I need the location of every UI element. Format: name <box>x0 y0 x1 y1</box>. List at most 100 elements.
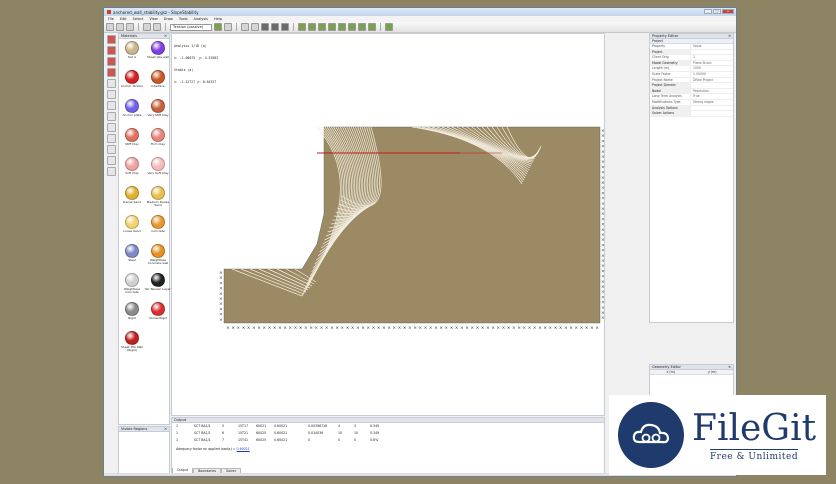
open-file-icon[interactable] <box>116 23 124 31</box>
material-item[interactable]: Weightless Concrete <box>119 273 145 298</box>
material-item[interactable]: No Tension Layer <box>145 273 171 298</box>
material-item[interactable]: Varnel Rigid <box>145 302 171 327</box>
new-file-icon[interactable] <box>106 23 114 31</box>
property-value[interactable] <box>690 49 733 55</box>
maximize-button[interactable]: □ <box>713 9 721 14</box>
property-row[interactable]: Solver Actions <box>650 111 733 117</box>
adequacy-factor-link[interactable]: 0.60021 <box>237 447 250 451</box>
zoom-extent-icon[interactable] <box>261 23 269 31</box>
adapt-icon[interactable] <box>338 23 346 31</box>
table-row[interactable]: 1 SCT BA1/1 7 15T41 60025 0.60021 0 0 0 0.8% <box>172 437 604 444</box>
report-icon[interactable] <box>348 23 356 31</box>
property-value[interactable]: Resolution <box>690 88 733 94</box>
property-value[interactable]: Value <box>690 44 733 49</box>
animate-icon[interactable] <box>368 23 376 31</box>
draw-boundary-icon[interactable] <box>106 79 116 88</box>
fixed-support-icon: × <box>601 138 605 144</box>
delete-icon[interactable] <box>106 156 116 165</box>
close-icon[interactable]: ✕ <box>728 34 731 38</box>
draw-anchor-icon[interactable] <box>106 112 116 121</box>
material-item[interactable]: Dense Sand <box>119 186 145 211</box>
material-item[interactable]: Stiff Clay <box>119 128 145 153</box>
material-item[interactable]: Steel <box>119 244 145 269</box>
column-header[interactable]: y (m) <box>692 370 734 374</box>
material-item[interactable]: Very Soft Clay <box>145 157 171 182</box>
close-button[interactable]: x <box>722 9 734 14</box>
property-value[interactable]: Dflow Project <box>690 77 733 83</box>
minimize-button[interactable]: _ <box>704 9 712 14</box>
pan-icon[interactable] <box>271 23 279 31</box>
material-item[interactable]: Interface <box>145 70 171 95</box>
draw-load-icon[interactable] <box>106 90 116 99</box>
model-canvas[interactable]: Analysis 1/18 (a) x: -1.00075 y: 4.53583… <box>171 33 605 416</box>
menu-edit[interactable]: Edit <box>120 17 127 21</box>
help-icon[interactable] <box>385 23 393 31</box>
menu-file[interactable]: File <box>108 17 114 21</box>
menu-view[interactable]: View <box>149 17 157 21</box>
close-icon[interactable]: ✕ <box>728 365 731 369</box>
draw-solid-icon[interactable] <box>106 57 116 66</box>
menu-analysis[interactable]: Analysis <box>194 17 208 21</box>
property-value[interactable] <box>690 105 733 111</box>
zoom-in-icon[interactable] <box>241 23 249 31</box>
material-item[interactable]: Sheet Pile Wall (Rigid) <box>119 331 145 356</box>
property-value[interactable] <box>690 83 733 88</box>
select-tool-icon[interactable] <box>106 35 116 44</box>
property-value[interactable]: Strong edges <box>690 99 733 105</box>
menu-draw[interactable]: Draw <box>164 17 173 21</box>
material-item[interactable]: Soft Clay <box>119 157 145 182</box>
undo-icon[interactable] <box>143 23 151 31</box>
material-swatch-icon <box>151 128 165 142</box>
material-label: Interface <box>151 84 165 88</box>
draw-line-icon[interactable] <box>106 68 116 77</box>
material-item[interactable]: Loose Sand <box>119 215 145 240</box>
fixed-support-icon: × <box>601 185 605 191</box>
property-value[interactable]: 1000 <box>690 66 733 71</box>
material-item[interactable]: Soil A <box>119 41 145 66</box>
pointer-tool-icon[interactable] <box>106 46 116 55</box>
export-icon[interactable] <box>358 23 366 31</box>
property-value[interactable]: 1 <box>690 55 733 60</box>
material-label: Sheet Pile Wall (Rigid) <box>120 345 144 353</box>
material-item[interactable]: Firm Clay <box>145 128 171 153</box>
mesh-icon[interactable] <box>328 23 336 31</box>
options-icon[interactable] <box>224 23 232 31</box>
table-row[interactable]: 1 SCT BA1/1 6 15T21 60025 0.60021 0.034036 10 10… <box>172 430 604 437</box>
zoom-out-icon[interactable] <box>251 23 259 31</box>
draw-label-icon[interactable] <box>106 134 116 143</box>
measure-icon[interactable] <box>106 145 116 154</box>
menu-help[interactable]: Help <box>214 17 222 21</box>
fixed-support-icon: × <box>455 325 459 331</box>
view-results-icon[interactable] <box>318 23 326 31</box>
analysis-run-icon[interactable] <box>298 23 306 31</box>
material-item[interactable]: Rigid <box>119 302 145 327</box>
grid-icon[interactable] <box>281 23 289 31</box>
material-item[interactable]: Sheet pile wall <box>145 41 171 66</box>
property-value[interactable]: 1.00000 <box>690 71 733 77</box>
material-item[interactable]: Concrete <box>145 215 171 240</box>
material-select[interactable]: Tension (passive) <box>170 23 212 31</box>
menu-tools[interactable]: Tools <box>179 17 188 21</box>
table-cell: 10 <box>354 431 359 435</box>
fixed-support-icon: × <box>548 325 552 331</box>
material-item[interactable]: Anchor Tendon <box>119 70 145 95</box>
draw-support-icon[interactable] <box>106 101 116 110</box>
material-item[interactable]: Anchor plate <box>119 99 145 124</box>
solve-icon[interactable] <box>214 23 222 31</box>
snap-icon[interactable] <box>106 167 116 176</box>
material-item[interactable]: Medium Dense Sand <box>145 186 171 211</box>
analysis-step-icon[interactable] <box>308 23 316 31</box>
material-item[interactable]: Very Stiff Clay <box>145 99 171 124</box>
material-item[interactable]: Weightless Concrete wall <box>145 244 171 269</box>
close-icon[interactable]: ✕ <box>164 427 167 431</box>
property-value[interactable] <box>690 111 733 116</box>
draw-water-icon[interactable] <box>106 123 116 132</box>
redo-icon[interactable] <box>153 23 161 31</box>
property-value[interactable]: True <box>690 94 733 99</box>
menu-select[interactable]: Select <box>133 17 144 21</box>
save-icon[interactable] <box>126 23 134 31</box>
table-row[interactable]: 1 SCT BA1/1 5 15T17 60021 0.60021 0.00398728 4 3… <box>172 423 604 430</box>
close-icon[interactable]: ✕ <box>164 34 167 38</box>
property-value[interactable]: Plane Strain <box>690 60 733 66</box>
column-header[interactable]: x (m) <box>650 370 692 374</box>
